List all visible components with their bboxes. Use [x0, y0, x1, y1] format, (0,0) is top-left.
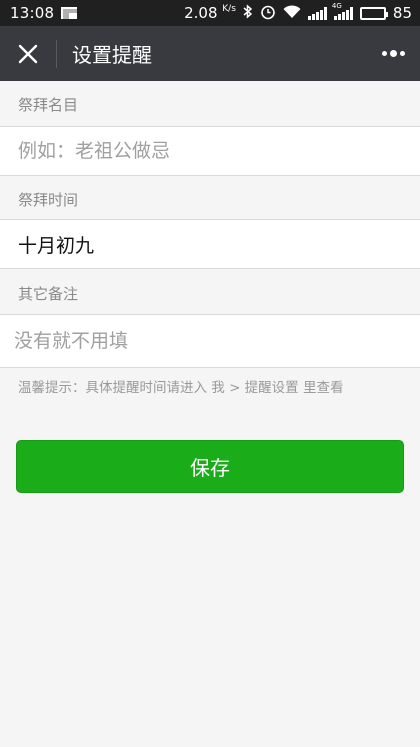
status-bar: 13:08 2.08 K/s 4G 85	[0, 0, 420, 26]
signal-icon-1	[307, 6, 327, 20]
note-field-row	[0, 314, 420, 368]
save-button[interactable]: 保存	[16, 440, 404, 493]
status-time: 13:08	[10, 4, 55, 22]
time-field-row	[0, 219, 420, 269]
alarm-icon	[260, 4, 276, 23]
tip-text: 温馨提示：具体提醒时间请进入 我 > 提醒设置 里查看	[18, 380, 344, 396]
more-icon	[381, 50, 387, 56]
time-input[interactable]	[0, 220, 420, 268]
name-input[interactable]	[0, 127, 420, 175]
bluetooth-icon	[243, 4, 253, 22]
signal-icon-4g: 4G	[332, 2, 353, 20]
note-label: 其它备注	[18, 284, 79, 303]
close-icon	[18, 44, 38, 63]
notification-icon	[61, 7, 82, 21]
page-title: 设置提醒	[72, 43, 152, 67]
network-speed-unit: K/s	[222, 4, 236, 14]
nav-divider	[56, 39, 57, 68]
more-button[interactable]	[380, 43, 406, 63]
wifi-icon	[283, 4, 301, 22]
network-speed-value: 2.08	[184, 4, 218, 22]
battery-icon	[359, 6, 388, 20]
name-label: 祭拜名目	[18, 95, 79, 114]
status-right: 2.08 K/s 4G 85	[184, 2, 412, 23]
battery-level: 85	[392, 4, 412, 22]
note-input[interactable]	[0, 315, 420, 367]
network-type-label: 4G	[331, 1, 342, 10]
navbar: 设置提醒	[0, 26, 420, 81]
close-button[interactable]	[0, 26, 56, 81]
time-label: 祭拜时间	[18, 190, 79, 209]
name-field-row	[0, 126, 420, 176]
status-left: 13:08	[10, 4, 82, 22]
network-speed: 2.08 K/s	[184, 4, 236, 22]
